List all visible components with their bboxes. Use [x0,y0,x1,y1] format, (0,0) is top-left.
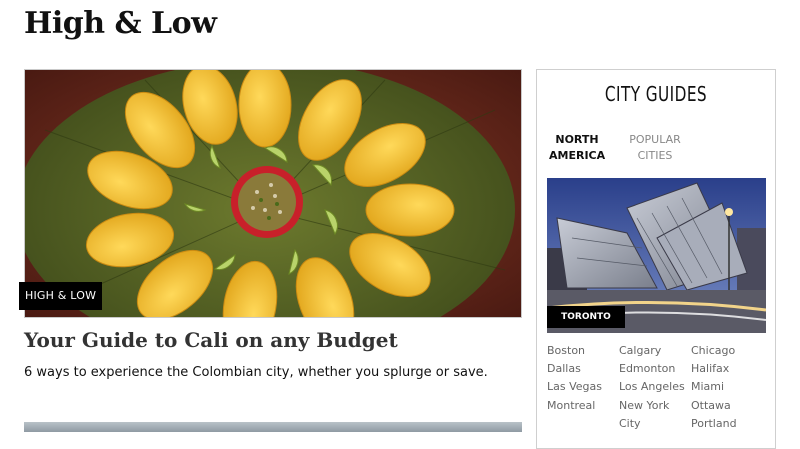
city-link[interactable]: Halifax [691,360,737,378]
city-link[interactable]: Calgary [619,342,685,360]
article-description: 6 ways to experience the Colombian city,… [24,365,488,380]
article-hero-image[interactable] [24,69,522,318]
city-link[interactable]: Dallas [547,360,602,378]
tab-popular-cities[interactable]: POPULAR CITIES [625,132,685,164]
city-link[interactable]: Miami [691,378,737,396]
city-link[interactable]: Los Angeles [619,378,685,396]
tab-label: AMERICA [549,149,606,162]
city-link[interactable]: Portland [691,415,737,433]
city-link[interactable]: Boston [547,342,602,360]
city-link[interactable]: Edmonton [619,360,685,378]
page-title: High & Low [24,6,217,41]
city-guides-panel: CITY GUIDES NORTH AMERICA POPULAR CITIES [536,69,776,449]
city-link[interactable]: Montreal [547,397,602,415]
city-link[interactable]: New York City [619,397,683,433]
empanadas-image [25,70,521,317]
city-link[interactable]: Ottawa [691,397,737,415]
city-list-column: Calgary Edmonton Los Angeles New York Ci… [619,342,685,433]
city-list-column: Boston Dallas Las Vegas Montreal [547,342,602,415]
city-link[interactable]: Chicago [691,342,737,360]
city-list-column: Chicago Halifax Miami Ottawa Portland [691,342,737,433]
category-badge[interactable]: HIGH & LOW [19,282,103,310]
featured-city-badge[interactable]: TORONTO [547,306,625,328]
tab-label: POPULAR [629,133,681,146]
article-title[interactable]: Your Guide to Cali on any Budget [24,328,398,352]
tab-north-america[interactable]: NORTH AMERICA [549,132,605,164]
city-guides-title: CITY GUIDES [604,82,708,106]
tab-label: NORTH [555,133,599,146]
tab-label: CITIES [637,149,673,162]
city-link[interactable]: Las Vegas [547,378,602,396]
next-article-image[interactable] [24,422,522,432]
